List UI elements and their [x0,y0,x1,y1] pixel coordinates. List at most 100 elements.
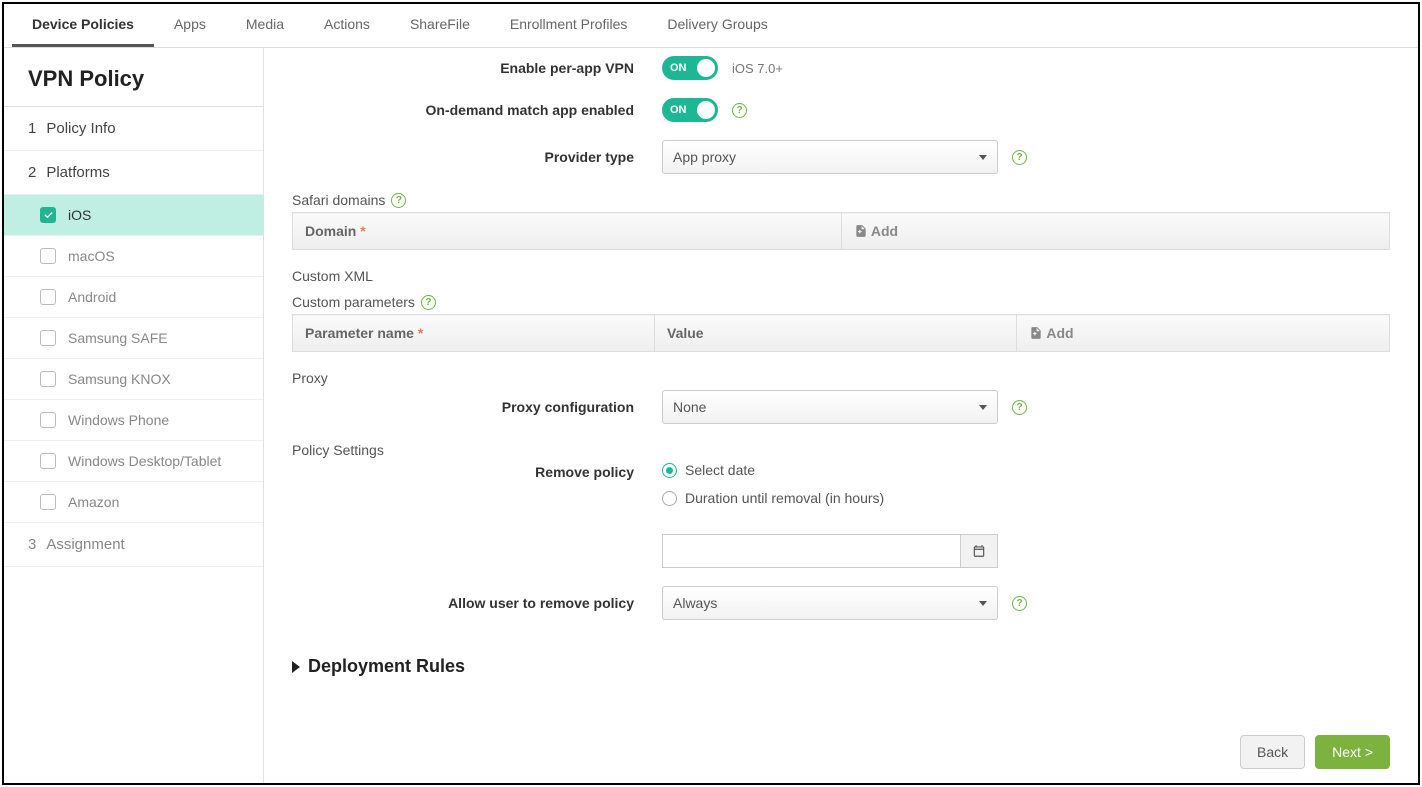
calendar-icon [972,544,986,558]
checkbox-icon[interactable] [40,412,56,428]
select-provider-type[interactable]: App proxy [662,140,998,174]
tab-actions[interactable]: Actions [304,4,390,47]
add-custom-param-button[interactable]: Add [1017,315,1390,352]
checkbox-icon[interactable] [40,289,56,305]
sidebar-item-ios[interactable]: iOS [4,195,263,236]
label-proxy-configuration: Proxy configuration [292,399,662,415]
help-icon[interactable]: ? [391,193,406,208]
section-text: Safari domains [292,192,385,208]
add-icon [1029,325,1043,341]
tab-media[interactable]: Media [226,4,304,47]
radio-label: Duration until removal (in hours) [685,490,884,506]
deployment-rules-label: Deployment Rules [308,656,465,677]
chevron-down-icon [979,405,987,410]
sidebar-step-policy-info[interactable]: 1Policy Info [4,107,263,151]
radio-label: Select date [685,462,755,478]
select-allow-user-remove[interactable]: Always [662,586,998,620]
sidebar-item-windows-phone[interactable]: Windows Phone [4,400,263,441]
checkbox-icon[interactable] [40,371,56,387]
sidebar-step-label: Platforms [46,164,109,181]
sidebar-item-label: Windows Desktop/Tablet [68,453,221,469]
radio-icon [662,463,677,478]
add-label: Add [1046,325,1073,341]
checkbox-icon[interactable] [40,494,56,510]
sidebar-item-windows-desktop[interactable]: Windows Desktop/Tablet [4,441,263,482]
date-input[interactable] [662,534,960,568]
tab-delivery-groups[interactable]: Delivery Groups [647,4,787,47]
sidebar-item-samsung-safe[interactable]: Samsung SAFE [4,318,263,359]
label-remove-policy: Remove policy [292,462,662,480]
sidebar-item-android[interactable]: Android [4,277,263,318]
chevron-down-icon [979,601,987,606]
page-title: VPN Policy [4,48,263,107]
select-proxy-configuration[interactable]: None [662,390,998,424]
chevron-right-icon [292,661,300,673]
sidebar-item-label: iOS [68,207,91,223]
hint-ios-version: iOS 7.0+ [732,61,783,76]
col-parameter-name: Parameter name * [293,315,655,352]
deployment-rules-toggle[interactable]: Deployment Rules [292,656,1390,677]
section-text: Custom parameters [292,294,415,310]
top-tabs: Device Policies Apps Media Actions Share… [4,4,1418,48]
toggle-label: ON [670,62,687,74]
sidebar-item-macos[interactable]: macOS [4,236,263,277]
checkbox-icon[interactable] [40,207,56,223]
content: Enable per-app VPN ON iOS 7.0+ On-demand… [264,48,1418,783]
add-safari-domain-button[interactable]: Add [841,213,1390,250]
sidebar-item-samsung-knox[interactable]: Samsung KNOX [4,359,263,400]
select-value: None [673,399,706,415]
radio-icon [662,491,677,506]
col-value: Value [655,315,1017,352]
section-custom-parameters: Custom parameters ? [292,294,1390,310]
sidebar-item-label: Windows Phone [68,412,169,428]
checkbox-icon[interactable] [40,453,56,469]
toggle-label: ON [670,104,687,116]
tab-apps[interactable]: Apps [154,4,226,47]
section-safari-domains: Safari domains ? [292,192,1390,208]
sidebar-step-label: Assignment [46,536,124,553]
sidebar-step-label: Policy Info [46,120,115,137]
sidebar-item-amazon[interactable]: Amazon [4,482,263,523]
tab-device-policies[interactable]: Device Policies [12,4,154,47]
next-button[interactable]: Next > [1315,735,1390,769]
add-icon [854,223,868,239]
tab-sharefile[interactable]: ShareFile [390,4,490,47]
toggle-enable-per-app-vpn[interactable]: ON [662,56,718,80]
calendar-button[interactable] [960,534,998,568]
label-enable-per-app-vpn: Enable per-app VPN [292,60,662,76]
section-custom-xml: Custom XML [292,268,1390,284]
col-domain: Domain * [293,213,842,250]
help-icon[interactable]: ? [1012,150,1027,165]
table-custom-parameters: Parameter name * Value Add [292,314,1390,352]
help-icon[interactable]: ? [421,295,436,310]
sidebar-step-platforms[interactable]: 2Platforms [4,151,263,195]
sidebar-item-label: Samsung SAFE [68,330,168,346]
help-icon[interactable]: ? [1012,400,1027,415]
back-button[interactable]: Back [1240,735,1305,769]
select-value: App proxy [673,149,736,165]
checkbox-icon[interactable] [40,248,56,264]
toggle-knob [697,101,715,119]
sidebar-step-assignment[interactable]: 3Assignment [4,523,263,567]
label-on-demand-match: On-demand match app enabled [292,102,662,118]
sidebar-item-label: macOS [68,248,115,264]
add-label: Add [871,223,898,239]
sidebar-item-label: Android [68,289,116,305]
section-policy-settings: Policy Settings [292,442,1390,458]
sidebar-item-label: Samsung KNOX [68,371,171,387]
checkbox-icon[interactable] [40,330,56,346]
toggle-on-demand-match[interactable]: ON [662,98,718,122]
label-provider-type: Provider type [292,149,662,165]
help-icon[interactable]: ? [1012,596,1027,611]
sidebar-item-label: Amazon [68,494,119,510]
chevron-down-icon [979,155,987,160]
section-proxy: Proxy [292,370,1390,386]
radio-duration[interactable]: Duration until removal (in hours) [662,490,998,506]
tab-enrollment-profiles[interactable]: Enrollment Profiles [490,4,648,47]
sidebar: VPN Policy 1Policy Info 2Platforms iOS m… [4,48,264,783]
help-icon[interactable]: ? [732,103,747,118]
radio-select-date[interactable]: Select date [662,462,998,478]
label-allow-user-remove: Allow user to remove policy [292,595,662,611]
table-safari-domains: Domain * Add [292,212,1390,250]
select-value: Always [673,595,717,611]
